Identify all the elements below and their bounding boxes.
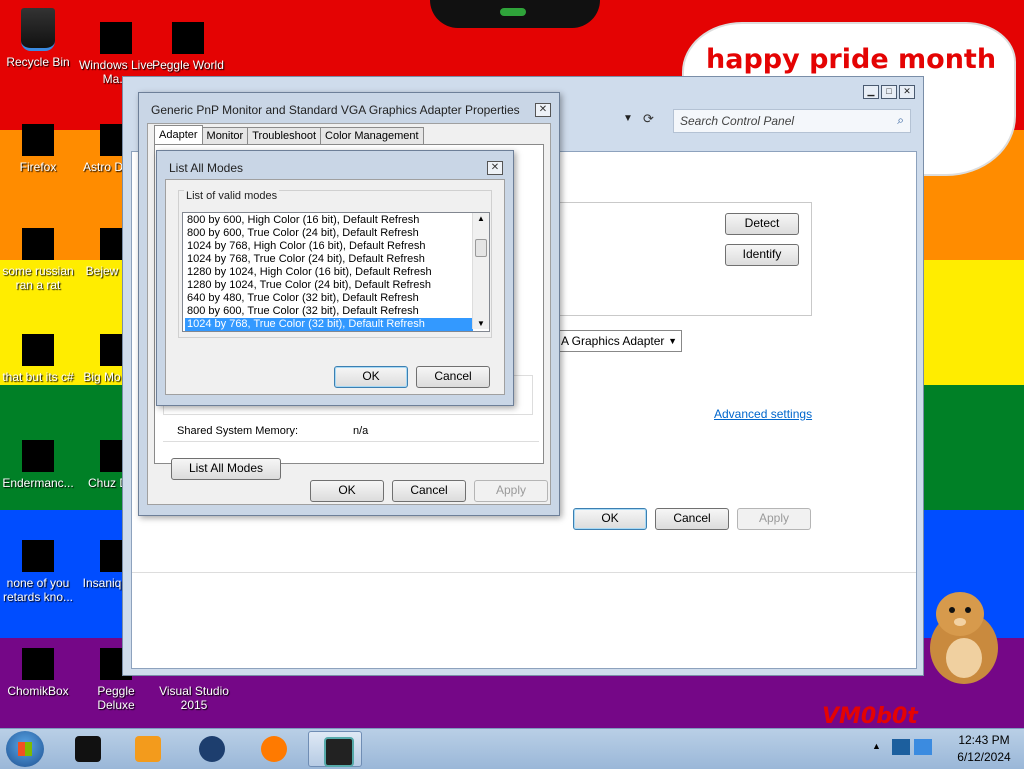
search-input[interactable]: Search Control Panel ⌕ xyxy=(673,109,911,133)
desktop-icon-csharp[interactable]: that but its c# xyxy=(0,334,76,384)
taskbar-app-3[interactable] xyxy=(184,731,238,767)
tab-strip: Adapter Monitor Troubleshoot Color Manag… xyxy=(154,125,424,144)
action-center-icon[interactable] xyxy=(914,739,932,755)
rat-icon xyxy=(22,228,54,260)
dialog-title: List All Modes xyxy=(169,161,244,175)
list-item[interactable]: 800 by 600, True Color (32 bit), Default… xyxy=(185,305,473,318)
close-button[interactable]: ✕ xyxy=(535,103,551,117)
identify-button[interactable]: Identify xyxy=(725,244,799,266)
desktop-icon-none-of-you[interactable]: none of you retards kno... xyxy=(0,540,76,604)
app-icon xyxy=(75,736,101,762)
show-hidden-icons-icon[interactable]: ▲ xyxy=(872,741,881,751)
divider xyxy=(163,441,539,442)
firefox-icon xyxy=(261,736,287,762)
window-controls: ▁ □ ✕ xyxy=(863,85,915,99)
dialog-title: Generic PnP Monitor and Standard VGA Gra… xyxy=(151,103,520,117)
maximize-button[interactable]: □ xyxy=(881,85,897,99)
scrollbar[interactable]: ▲ ▼ xyxy=(472,213,489,329)
cp-apply-button[interactable]: Apply xyxy=(737,508,811,530)
clock-time[interactable]: 12:43 PM xyxy=(952,733,1016,747)
monitor-icon xyxy=(324,737,354,767)
system-tray: ▲ 12:43 PM 6/12/2024 xyxy=(872,729,1024,769)
taskbar-display-settings[interactable] xyxy=(308,731,362,767)
modes-ok-button[interactable]: OK xyxy=(334,366,408,388)
address-bar: ▼ ⟳ Search Control Panel ⌕ xyxy=(553,107,913,135)
taskbar-app-1[interactable] xyxy=(60,731,114,767)
globe-icon xyxy=(199,736,225,762)
list-item[interactable]: 640 by 480, True Color (32 bit), Default… xyxy=(185,292,473,305)
watermark-text: VM0b0t xyxy=(822,704,918,729)
bubble-text: happy pride month xyxy=(706,44,997,75)
wallpaper-dark-shape xyxy=(430,0,600,28)
props-apply-button[interactable]: Apply xyxy=(474,480,548,502)
none-of-you-icon xyxy=(22,540,54,572)
list-all-modes-button[interactable]: List All Modes xyxy=(171,458,281,480)
search-icon: ⌕ xyxy=(897,113,904,127)
list-item[interactable]: 1024 by 768, True Color (24 bit), Defaul… xyxy=(185,253,473,266)
desktop-icon-firefox[interactable]: Firefox xyxy=(0,124,76,174)
windows-live-icon xyxy=(100,22,132,54)
chevron-down-icon: ▼ xyxy=(668,336,677,346)
minimize-button[interactable]: ▁ xyxy=(863,85,879,99)
chomikbox-icon xyxy=(22,648,54,680)
tab-troubleshoot[interactable]: Troubleshoot xyxy=(247,127,322,144)
advanced-settings-link[interactable]: Advanced settings xyxy=(714,407,812,421)
taskbar-media-player[interactable] xyxy=(120,731,174,767)
props-ok-button[interactable]: OK xyxy=(310,480,384,502)
dropdown-arrow-icon[interactable]: ▼ xyxy=(623,113,633,124)
csharp-icon xyxy=(22,334,54,366)
desktop-icon-chomikbox[interactable]: ChomikBox xyxy=(0,648,76,698)
scroll-up-icon[interactable]: ▲ xyxy=(477,214,485,223)
list-item[interactable]: 800 by 600, High Color (16 bit), Default… xyxy=(185,214,473,227)
network-icon[interactable] xyxy=(892,739,910,755)
media-player-icon xyxy=(135,736,161,762)
desktop-icon-recycle-bin[interactable]: Recycle Bin xyxy=(0,8,76,69)
desktop-icon-endermanch[interactable]: Endermanc... xyxy=(0,440,76,490)
list-item[interactable]: 800 by 600, True Color (24 bit), Default… xyxy=(185,227,473,240)
clock-date[interactable]: 6/12/2024 xyxy=(952,750,1016,764)
props-cancel-button[interactable]: Cancel xyxy=(392,480,466,502)
list-item[interactable]: 1280 by 1024, High Color (16 bit), Defau… xyxy=(185,266,473,279)
desktop-icon-windows-live[interactable]: Windows Live Ma... xyxy=(78,8,154,86)
hamster-image xyxy=(930,592,998,684)
firefox-icon xyxy=(22,124,54,156)
scroll-down-icon[interactable]: ▼ xyxy=(477,319,485,328)
divider xyxy=(132,572,916,573)
list-item-selected[interactable]: 1024 by 768, True Color (32 bit), Defaul… xyxy=(185,318,473,331)
taskbar-firefox[interactable] xyxy=(246,731,300,767)
tab-adapter[interactable]: Adapter xyxy=(154,125,203,144)
tab-color-management[interactable]: Color Management xyxy=(320,127,424,144)
recycle-bin-icon xyxy=(21,8,55,51)
modes-listbox[interactable]: 800 by 600, High Color (16 bit), Default… xyxy=(182,212,490,332)
peggle-world-icon xyxy=(172,22,204,54)
adapter-select[interactable]: A Graphics Adapter ▼ xyxy=(556,330,682,352)
taskbar: ▲ 12:43 PM 6/12/2024 xyxy=(0,728,1024,769)
shared-memory-label: Shared System Memory: xyxy=(177,425,299,437)
endermanch-icon xyxy=(22,440,54,472)
close-button[interactable]: ✕ xyxy=(487,161,503,175)
modes-group-label: List of valid modes xyxy=(184,190,280,202)
cp-cancel-button[interactable]: Cancel xyxy=(655,508,729,530)
list-item[interactable]: 1024 by 768, High Color (16 bit), Defaul… xyxy=(185,240,473,253)
dialog-body: List of valid modes 800 by 600, High Col… xyxy=(165,179,505,395)
tab-monitor[interactable]: Monitor xyxy=(201,127,249,144)
close-button[interactable]: ✕ xyxy=(899,85,915,99)
list-all-modes-dialog: List All Modes ✕ List of valid modes 800… xyxy=(156,150,514,406)
start-button[interactable] xyxy=(6,731,44,767)
desktop-icon-russian-rat[interactable]: some russian ran a rat xyxy=(0,228,76,292)
cp-ok-button[interactable]: OK xyxy=(573,508,647,530)
detect-button[interactable]: Detect xyxy=(725,213,799,235)
list-item[interactable]: 1280 by 1024, True Color (24 bit), Defau… xyxy=(185,279,473,292)
modes-cancel-button[interactable]: Cancel xyxy=(416,366,490,388)
windows-logo-icon xyxy=(18,742,32,756)
shared-memory-value: n/a xyxy=(353,425,369,437)
desktop-icon-peggle-world[interactable]: Peggle World xyxy=(150,8,226,72)
refresh-icon[interactable]: ⟳ xyxy=(643,111,654,127)
scrollbar-thumb[interactable] xyxy=(475,239,487,257)
